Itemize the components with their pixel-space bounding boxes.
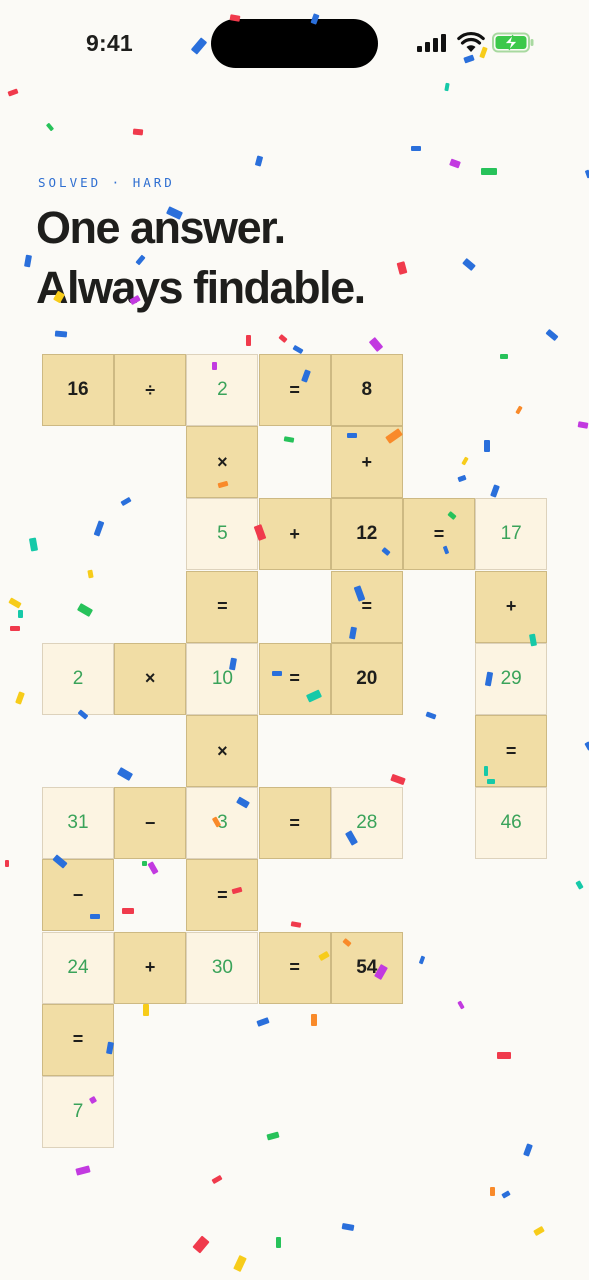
given-cell: 16 <box>42 354 114 426</box>
answer-cell[interactable]: 30 <box>186 931 259 1004</box>
operator-cell: = <box>258 787 331 860</box>
answer-cell[interactable]: 29 <box>475 642 548 715</box>
operator-cell: = <box>186 859 259 932</box>
puzzle-grid: 16 ÷ 2 = 8 × +5 +12 = 17 = = +2 × 10 = 20 29 × = 31−3 = 28 46− =… <box>0 0 589 1280</box>
answer-cell[interactable]: 24 <box>42 931 114 1004</box>
answer-cell[interactable]: 10 <box>186 642 259 715</box>
given-cell: 12 <box>330 498 403 571</box>
operator-cell: = <box>258 642 331 715</box>
operator-cell: = <box>258 354 331 426</box>
operator-cell: + <box>475 570 548 643</box>
operator-cell: × <box>186 426 259 499</box>
operator-cell: = <box>186 570 259 643</box>
answer-cell[interactable]: 2 <box>186 354 259 426</box>
given-cell: 20 <box>330 642 403 715</box>
answer-cell[interactable]: 2 <box>42 642 114 715</box>
operator-cell: × <box>186 715 259 787</box>
answer-cell[interactable]: 46 <box>475 787 548 860</box>
answer-cell[interactable]: 3 <box>186 787 259 860</box>
operator-cell: = <box>42 1003 114 1076</box>
operator-cell: = <box>258 931 331 1004</box>
operator-cell: ÷ <box>114 354 187 426</box>
operator-cell: + <box>258 498 331 571</box>
operator-cell: + <box>330 426 403 499</box>
given-cell: 54 <box>330 931 403 1004</box>
operator-cell: − <box>42 859 114 932</box>
operator-cell: × <box>114 642 187 715</box>
operator-cell: − <box>114 787 187 860</box>
answer-cell[interactable]: 17 <box>475 498 548 571</box>
answer-cell[interactable]: 7 <box>42 1076 114 1148</box>
answer-cell[interactable]: 28 <box>330 787 403 860</box>
answer-cell[interactable]: 5 <box>186 498 259 571</box>
given-cell: 8 <box>330 354 403 426</box>
operator-cell: + <box>114 931 187 1004</box>
operator-cell: = <box>330 570 403 643</box>
operator-cell: = <box>475 715 548 787</box>
answer-cell[interactable]: 31 <box>42 787 114 860</box>
operator-cell: = <box>403 498 475 571</box>
